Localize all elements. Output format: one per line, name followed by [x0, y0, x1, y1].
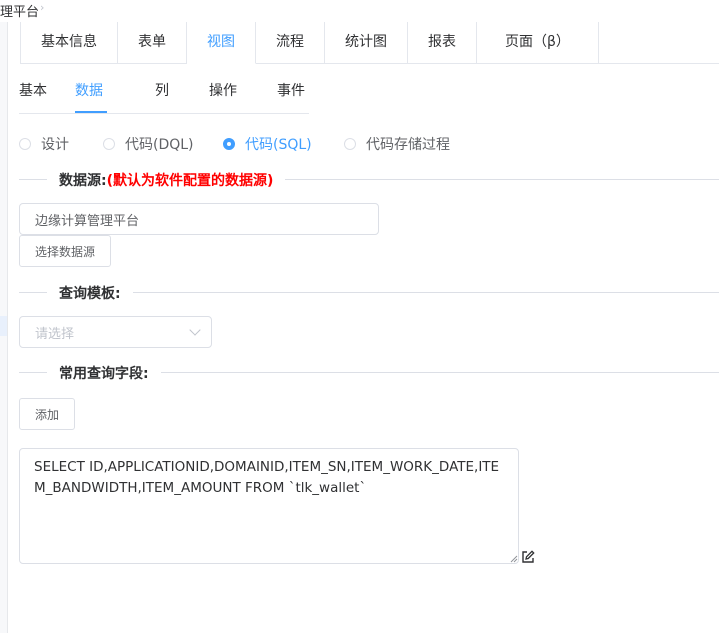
card-tabs-baseline	[595, 63, 719, 64]
sub-tabs: 基本 数据 列 操作 事件	[19, 80, 309, 114]
sql-editor-textarea[interactable]: SELECT ID,APPLICATIONID,DOMAINID,ITEM_SN…	[19, 448, 519, 564]
datasource-title: 数据源:(默认为软件配置的数据源)	[47, 170, 286, 190]
tab-form[interactable]: 表单	[118, 22, 187, 63]
select-datasource-button[interactable]: 选择数据源	[19, 235, 111, 267]
resize-handle-icon[interactable]	[510, 555, 518, 563]
radio-code-procedure[interactable]: 代码存储过程	[344, 134, 450, 154]
chevron-down-icon	[189, 324, 201, 336]
radio-circle-icon[interactable]	[344, 138, 356, 150]
radio-circle-icon[interactable]	[19, 138, 31, 150]
radio-circle-icon[interactable]	[103, 138, 115, 150]
radio-checked-icon[interactable]	[223, 138, 235, 150]
select-placeholder: 请选择	[35, 326, 75, 342]
edit-expand-icon[interactable]	[521, 550, 535, 564]
view-editor-panel: 基本信息 表单 视图 流程 统计图 报表 页面（β） 基本 数据 列 操作 事件…	[8, 22, 719, 633]
datasource-input[interactable]: 边缘计算管理平台	[19, 203, 379, 235]
add-field-button[interactable]: 添加	[19, 398, 75, 430]
datasource-hint: (默认为软件配置的数据源)	[106, 173, 274, 189]
tab-view[interactable]: 视图	[187, 22, 256, 64]
query-template-select[interactable]: 请选择	[19, 316, 212, 348]
subtab-events[interactable]: 事件	[277, 80, 305, 100]
radio-code-sql[interactable]: 代码(SQL)	[223, 134, 312, 154]
subtab-columns[interactable]: 列	[155, 80, 169, 100]
top-breadcrumb-bar: 理平台 ›	[0, 0, 719, 22]
query-template-title: 查询模板:	[47, 283, 133, 303]
radio-label: 设计	[41, 137, 69, 153]
tab-page-beta[interactable]: 页面（β）	[477, 22, 598, 63]
breadcrumb-separator-icon: ›	[40, 1, 45, 14]
radio-design[interactable]: 设计	[19, 134, 69, 154]
breadcrumb-current[interactable]: 理平台	[0, 1, 39, 20]
tab-report[interactable]: 报表	[408, 22, 477, 63]
subtab-actions[interactable]: 操作	[209, 80, 237, 100]
radio-label: 代码存储过程	[366, 137, 450, 153]
sidebar-active-marker	[0, 316, 7, 336]
sub-tabs-baseline	[19, 113, 309, 114]
tab-chart[interactable]: 统计图	[325, 22, 408, 63]
tab-flow[interactable]: 流程	[256, 22, 325, 63]
tab-basic-info[interactable]: 基本信息	[21, 22, 118, 63]
subtab-data[interactable]: 数据	[75, 80, 103, 100]
left-sidebar-edge	[0, 22, 8, 633]
radio-code-dql[interactable]: 代码(DQL)	[103, 134, 194, 154]
radio-label: 代码(SQL)	[245, 137, 312, 153]
card-tabs: 基本信息 表单 视图 流程 统计图 报表 页面（β）	[20, 22, 599, 64]
radio-label: 代码(DQL)	[125, 137, 194, 153]
subtab-basic[interactable]: 基本	[19, 80, 47, 100]
common-fields-title: 常用查询字段:	[47, 363, 161, 383]
